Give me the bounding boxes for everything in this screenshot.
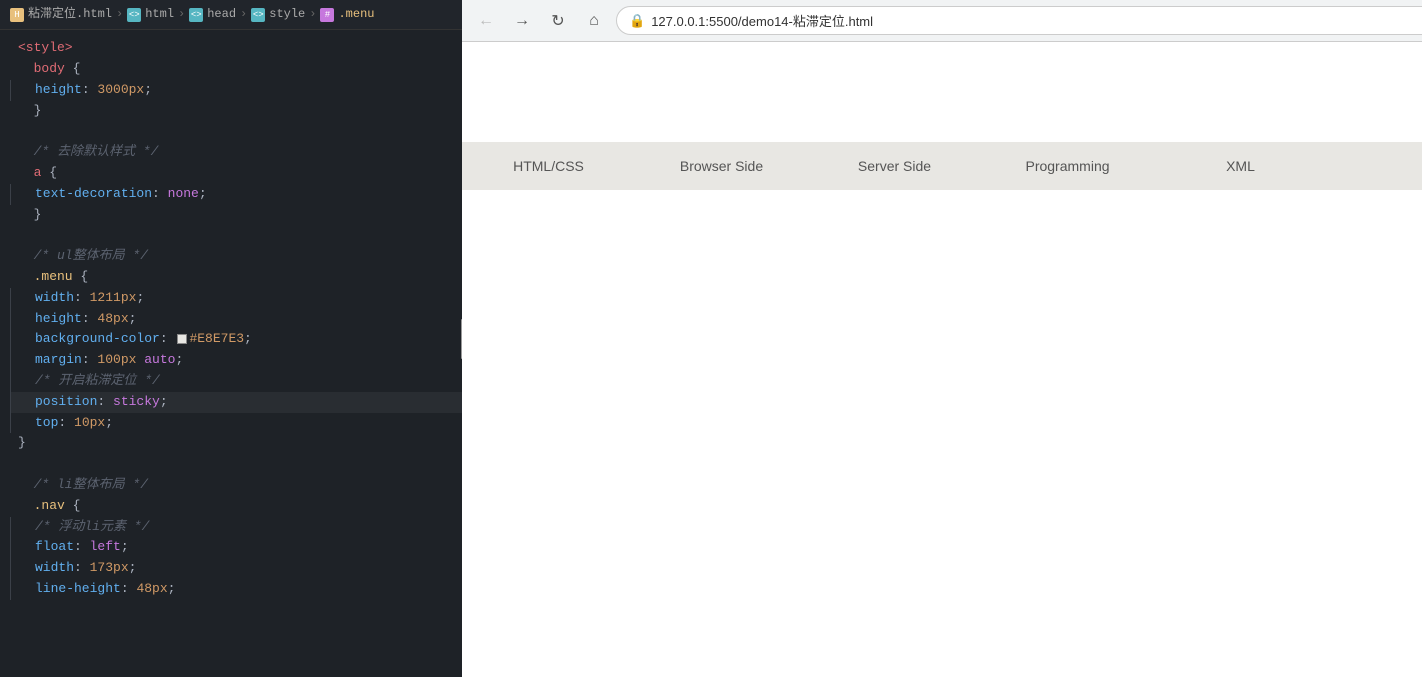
nav-item-xml[interactable]: XML <box>1154 142 1327 190</box>
home-button[interactable]: ⌂ <box>580 7 608 35</box>
breadcrumb-style: <> style <box>251 5 305 24</box>
breadcrumb: H 粘滞定位.html › <> html › <> head › <> sty… <box>0 0 462 30</box>
code-line: float: left; <box>10 537 462 558</box>
code-line: top: 10px; <box>10 413 462 434</box>
page-body <box>462 190 1422 677</box>
nav-item-programming[interactable]: Programming <box>981 142 1154 190</box>
forward-button[interactable]: → <box>508 7 536 35</box>
code-line: a { <box>10 163 462 184</box>
nav-item-browserside[interactable]: Browser Side <box>635 142 808 190</box>
reload-button[interactable]: ↻ <box>544 7 572 35</box>
breadcrumb-menu: # .menu <box>320 5 374 24</box>
browser-toolbar: ← → ↻ ⌂ 🔒 127.0.0.1:5500/demo14-粘滞定位.htm… <box>462 0 1422 41</box>
code-line: line-height: 48px; <box>10 579 462 600</box>
code-line: } <box>10 205 462 226</box>
class-icon: # <box>320 8 334 22</box>
browser-chrome: ← → ↻ ⌂ 🔒 127.0.0.1:5500/demo14-粘滞定位.htm… <box>462 0 1422 42</box>
html-icon: <> <box>127 8 141 22</box>
code-line <box>10 225 462 246</box>
code-line: .menu { <box>10 267 462 288</box>
home-icon: ⌂ <box>589 12 599 30</box>
browser-content: HTML/CSS Browser Side Server Side Progra… <box>462 42 1422 677</box>
code-line: text-decoration: none; <box>10 184 462 205</box>
code-line: /* 开启粘滞定位 */ <box>10 371 462 392</box>
code-line: body { <box>10 59 462 80</box>
code-line: /* ul整体布局 */ <box>10 246 462 267</box>
nav-item-serverside[interactable]: Server Side <box>808 142 981 190</box>
code-content: <style> body { height: 3000px; } /* 去除默认… <box>0 30 462 608</box>
breadcrumb-head: <> head <box>189 5 236 24</box>
address-bar[interactable]: 🔒 127.0.0.1:5500/demo14-粘滞定位.html ⊕ <box>616 6 1422 35</box>
sticky-nav-menu: HTML/CSS Browser Side Server Side Progra… <box>462 142 1422 190</box>
code-line: .nav { <box>10 496 462 517</box>
code-line: /* 去除默认样式 */ <box>10 142 462 163</box>
code-line: width: 173px; <box>10 558 462 579</box>
forward-icon: → <box>514 12 530 30</box>
breadcrumb-html: <> html <box>127 5 174 24</box>
style-icon: <> <box>251 8 265 22</box>
nav-item-htmlcss[interactable]: HTML/CSS <box>462 142 635 190</box>
url-text: 127.0.0.1:5500/demo14-粘滞定位.html <box>651 11 1422 30</box>
code-line: margin: 100px auto; <box>10 350 462 371</box>
code-line: /* 浮动li元素 */ <box>10 517 462 538</box>
code-line: background-color: #E8E7E3; <box>10 329 462 350</box>
file-icon: H <box>10 8 24 22</box>
breadcrumb-file: H 粘滞定位.html <box>10 5 112 24</box>
code-line: <style> <box>10 38 462 59</box>
code-line: height: 3000px; <box>10 80 462 101</box>
back-button[interactable]: ← <box>472 7 500 35</box>
reload-icon: ↻ <box>551 11 564 31</box>
code-line: height: 48px; <box>10 309 462 330</box>
color-swatch <box>177 334 187 344</box>
lock-icon: 🔒 <box>629 13 645 29</box>
code-line <box>10 454 462 475</box>
code-line: width: 1211px; <box>10 288 462 309</box>
code-line: /* li整体布局 */ <box>10 475 462 496</box>
code-editor: H 粘滞定位.html › <> html › <> head › <> sty… <box>0 0 462 677</box>
browser-panel: ← → ↻ ⌂ 🔒 127.0.0.1:5500/demo14-粘滞定位.htm… <box>462 0 1422 677</box>
back-icon: ← <box>478 12 494 30</box>
code-line: } <box>10 101 462 122</box>
head-icon: <> <box>189 8 203 22</box>
browser-content-wrapper: HTML/CSS Browser Side Server Side Progra… <box>462 42 1422 677</box>
code-line <box>10 121 462 142</box>
code-line: } <box>10 433 462 454</box>
code-line: position: sticky; <box>10 392 462 413</box>
